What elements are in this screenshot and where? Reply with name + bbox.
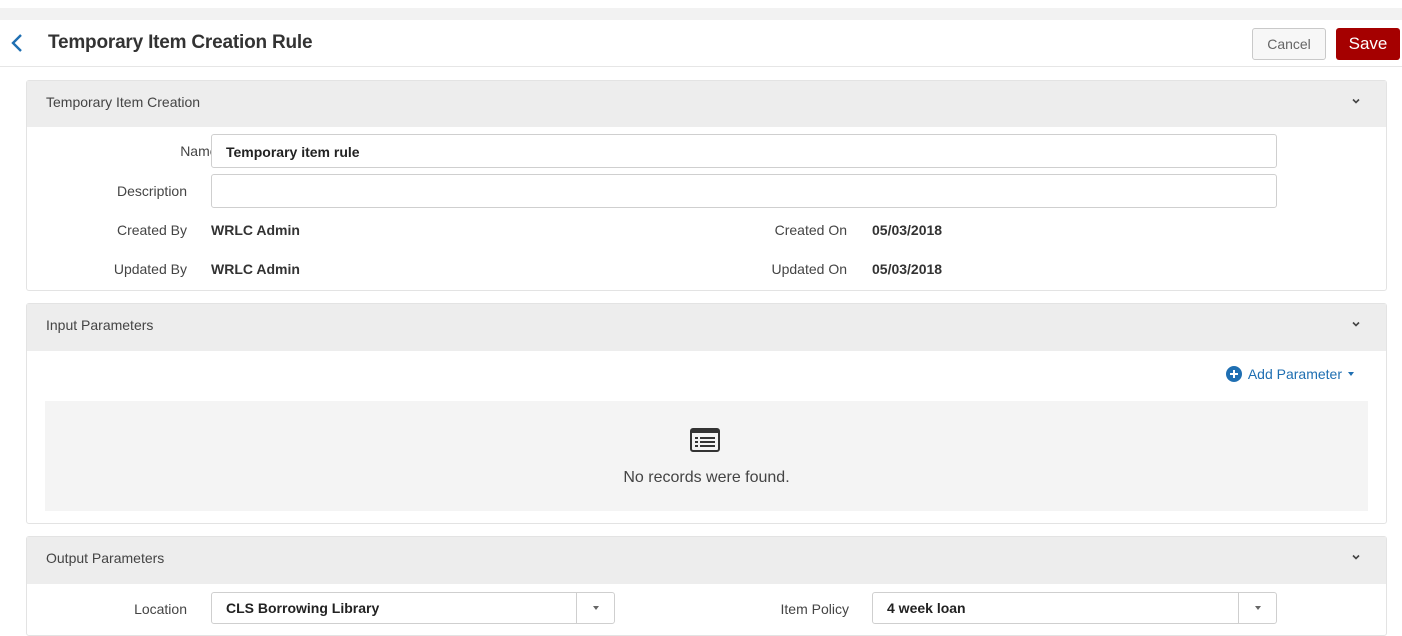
name-field[interactable]: Temporary item rule [211, 134, 1277, 168]
top-bar [0, 8, 1402, 20]
updated-on-label: Updated On [771, 261, 848, 277]
panel-header[interactable]: Input Parameters [27, 304, 1386, 351]
chevron-down-icon[interactable] [1350, 95, 1362, 107]
description-field[interactable] [211, 174, 1277, 208]
cancel-button[interactable]: Cancel [1252, 28, 1326, 60]
item-policy-select[interactable]: 4 week loan [872, 592, 1277, 624]
location-label: Location [134, 601, 187, 617]
add-parameter-button[interactable]: Add Parameter [1225, 366, 1354, 382]
list-icon [690, 428, 720, 452]
panel-title: Input Parameters [46, 317, 154, 333]
created-on-value: 05/03/2018 [872, 222, 943, 238]
panel-title: Temporary Item Creation [46, 94, 201, 110]
created-by-value: WRLC Admin [211, 222, 300, 238]
dropdown-arrow-icon[interactable] [1238, 593, 1276, 623]
updated-by-value: WRLC Admin [211, 261, 300, 277]
chevron-down-icon[interactable] [1350, 318, 1362, 330]
empty-message: No records were found. [623, 469, 790, 486]
plus-circle-icon [1225, 366, 1242, 382]
empty-state: No records were found. [45, 401, 1368, 511]
save-button[interactable]: Save [1336, 28, 1400, 60]
dropdown-arrow-icon[interactable] [576, 593, 614, 623]
input-parameters-panel: Input Parameters Add Parameter No record… [26, 303, 1387, 524]
top-strip [0, 0, 1402, 8]
output-parameters-panel: Output Parameters Location CLS Borrowing… [26, 536, 1387, 636]
location-value: CLS Borrowing Library [226, 600, 380, 616]
item-policy-value: 4 week loan [887, 600, 966, 616]
page-title: Temporary Item Creation Rule [48, 32, 313, 53]
created-on-label: Created On [774, 222, 847, 238]
temporary-item-creation-panel: Temporary Item Creation Name* Temporary … [26, 80, 1387, 291]
updated-on-value: 05/03/2018 [872, 261, 943, 277]
panel-header[interactable]: Temporary Item Creation [27, 81, 1386, 127]
page-header: Temporary Item Creation Rule Cancel Save [0, 20, 1402, 67]
caret-down-icon [1348, 372, 1354, 376]
panel-title: Output Parameters [46, 550, 165, 566]
panel-header[interactable]: Output Parameters [27, 537, 1386, 584]
location-select[interactable]: CLS Borrowing Library [211, 592, 615, 624]
item-policy-label: Item Policy [780, 601, 849, 617]
created-by-label: Created By [116, 222, 187, 238]
add-parameter-label: Add Parameter [1247, 366, 1342, 382]
updated-by-label: Updated By [113, 261, 187, 277]
description-label: Description [116, 183, 187, 199]
back-chevron-icon[interactable] [10, 32, 30, 54]
chevron-down-icon[interactable] [1350, 551, 1362, 563]
